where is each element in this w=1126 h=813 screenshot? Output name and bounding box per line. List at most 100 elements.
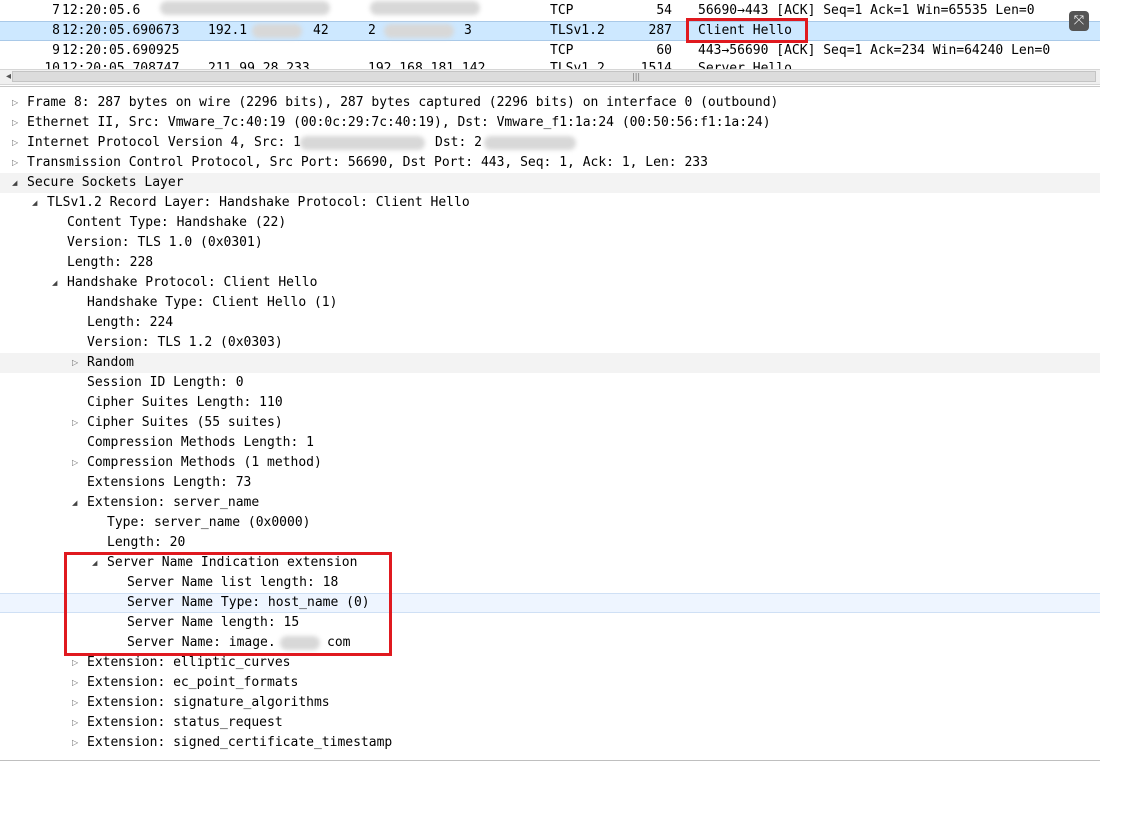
packet-destination-tail: 3 [464, 23, 472, 38]
scrollbar-grip-icon: ||| [632, 72, 641, 81]
tree-item-hs-length[interactable]: Length: 224 [0, 313, 1100, 333]
tree-item-label: Cipher Suites Length: 110 [87, 395, 283, 410]
packet-length: 60 [656, 43, 672, 58]
packet-protocol: TCP [550, 43, 574, 58]
tree-item-cipher-suites-length[interactable]: Cipher Suites Length: 110 [0, 393, 1100, 413]
tree-item-ipv4[interactable]: ▷ Internet Protocol Version 4, Src: 1 Ds… [0, 133, 1100, 153]
tree-item-handshake-type[interactable]: Handshake Type: Client Hello (1) [0, 293, 1100, 313]
triangle-down-icon[interactable]: ◢ [32, 193, 42, 213]
tree-item-ext-elliptic-curves[interactable]: ▷ Extension: elliptic_curves [0, 653, 1100, 673]
tree-item-ext-signature-algorithms[interactable]: ▷ Extension: signature_algorithms [0, 693, 1100, 713]
tree-item-random[interactable]: ▷ Random [0, 353, 1100, 373]
expand-icon[interactable]: ⤧ [1069, 11, 1089, 31]
packet-source-tail: 42 [313, 23, 329, 38]
tree-item-label: Extension: ec_point_formats [87, 675, 299, 690]
redacted-mark [300, 136, 425, 150]
redacted-mark [370, 1, 480, 15]
pane-divider[interactable] [0, 86, 1100, 87]
tree-item-tls-record[interactable]: ◢ TLSv1.2 Record Layer: Handshake Protoc… [0, 193, 1100, 213]
tree-item-label: Extension: signed_certificate_timestamp [87, 735, 393, 750]
packet-no: 9 [52, 43, 60, 58]
packet-time: 12:20:05.6 [62, 3, 141, 18]
tree-item-label: Extension: signature_algorithms [87, 695, 330, 710]
triangle-right-icon[interactable]: ▷ [72, 713, 82, 733]
packet-row-8[interactable]: 8 12:20:05.690673 192.1 42 2 3 TLSv1.2 2… [0, 21, 1100, 41]
triangle-down-icon[interactable]: ◢ [12, 173, 22, 193]
tree-item-label: Extension: status_request [87, 715, 283, 730]
triangle-right-icon[interactable]: ▷ [12, 93, 22, 113]
packet-protocol: TCP [550, 3, 574, 18]
packet-list[interactable]: 7 12:20:05.6 TCP 54 56690→443 [ACK] Seq=… [0, 0, 1100, 70]
tree-item-label: Extension: server_name [87, 495, 260, 510]
scroll-left-icon[interactable]: ◂ [6, 70, 11, 84]
sni-highlight-box [64, 552, 392, 656]
packet-length: 287 [648, 23, 672, 38]
packet-no: 8 [52, 23, 60, 38]
triangle-right-icon[interactable]: ▷ [72, 733, 82, 753]
tree-item-hs-version[interactable]: Version: TLS 1.2 (0x0303) [0, 333, 1100, 353]
tree-item-cipher-suites[interactable]: ▷ Cipher Suites (55 suites) [0, 413, 1100, 433]
tree-item-ssl[interactable]: ◢ Secure Sockets Layer [0, 173, 1100, 193]
tree-item-handshake[interactable]: ◢ Handshake Protocol: Client Hello [0, 273, 1100, 293]
tree-item-label: Extensions Length: 73 [87, 475, 252, 490]
pane-bottom-border [0, 760, 1100, 761]
tree-item-label: Compression Methods (1 method) [87, 455, 322, 470]
tree-item-ext-type[interactable]: Type: server_name (0x0000) [0, 513, 1100, 533]
horizontal-scrollbar[interactable]: ◂ ||| [0, 69, 1100, 85]
tree-item-label: Type: server_name (0x0000) [107, 515, 311, 530]
client-hello-highlight-box [686, 18, 808, 43]
packet-time: 12:20:05.690925 [62, 43, 180, 58]
tree-item-label: Ethernet II, Src: Vmware_7c:40:19 (00:0c… [27, 115, 771, 130]
tree-item-label-part: Dst: 2 [435, 135, 482, 150]
redacted-mark [384, 24, 454, 38]
packet-destination: 2 [368, 23, 376, 38]
triangle-right-icon[interactable]: ▷ [72, 353, 82, 373]
tree-item-label: Version: TLS 1.0 (0x0301) [67, 235, 263, 250]
tree-item-label: Internet Protocol Version 4, Src: 1 [27, 135, 301, 150]
packet-time: 12:20:05.690673 [62, 23, 180, 38]
packet-length: 54 [656, 3, 672, 18]
tree-item-ext-ec-point-formats[interactable]: ▷ Extension: ec_point_formats [0, 673, 1100, 693]
triangle-right-icon[interactable]: ▷ [72, 653, 82, 673]
tree-item-length[interactable]: Length: 228 [0, 253, 1100, 273]
packet-row-9[interactable]: 9 12:20:05.690925 TCP 60 443→56690 [ACK]… [0, 41, 1100, 61]
tree-item-label: Extension: elliptic_curves [87, 655, 291, 670]
redacted-mark [252, 24, 302, 38]
triangle-right-icon[interactable]: ▷ [72, 693, 82, 713]
tree-item-label: TLSv1.2 Record Layer: Handshake Protocol… [47, 195, 470, 210]
redacted-mark [484, 136, 576, 150]
packet-row-7[interactable]: 7 12:20:05.6 TCP 54 56690→443 [ACK] Seq=… [0, 1, 1100, 21]
triangle-right-icon[interactable]: ▷ [72, 413, 82, 433]
tree-item-label: Session ID Length: 0 [87, 375, 244, 390]
packet-protocol: TLSv1.2 [550, 23, 605, 38]
tree-item-label: Cipher Suites (55 suites) [87, 415, 283, 430]
triangle-down-icon[interactable]: ◢ [52, 273, 62, 293]
tree-item-ethernet[interactable]: ▷ Ethernet II, Src: Vmware_7c:40:19 (00:… [0, 113, 1100, 133]
packet-source: 192.1 [208, 23, 248, 38]
packet-info: 443→56690 [ACK] Seq=1 Ack=234 Win=64240 … [698, 43, 1051, 58]
tree-item-label: Length: 228 [67, 255, 154, 270]
scrollbar-thumb[interactable] [12, 71, 1096, 82]
tree-item-tcp[interactable]: ▷ Transmission Control Protocol, Src Por… [0, 153, 1100, 173]
tree-item-label: Compression Methods Length: 1 [87, 435, 314, 450]
tree-item-content-type[interactable]: Content Type: Handshake (22) [0, 213, 1100, 233]
triangle-right-icon[interactable]: ▷ [12, 153, 22, 173]
tree-item-label: Version: TLS 1.2 (0x0303) [87, 335, 283, 350]
tree-item-ext-length[interactable]: Length: 20 [0, 533, 1100, 553]
triangle-down-icon[interactable]: ◢ [72, 493, 82, 513]
tree-item-compression-length[interactable]: Compression Methods Length: 1 [0, 433, 1100, 453]
tree-item-label: Secure Sockets Layer [27, 175, 184, 190]
triangle-right-icon[interactable]: ▷ [72, 453, 82, 473]
triangle-right-icon[interactable]: ▷ [12, 113, 22, 133]
tree-item-frame[interactable]: ▷ Frame 8: 287 bytes on wire (2296 bits)… [0, 93, 1100, 113]
triangle-right-icon[interactable]: ▷ [72, 673, 82, 693]
tree-item-compression-methods[interactable]: ▷ Compression Methods (1 method) [0, 453, 1100, 473]
tree-item-version[interactable]: Version: TLS 1.0 (0x0301) [0, 233, 1100, 253]
tree-item-ext-sct[interactable]: ▷ Extension: signed_certificate_timestam… [0, 733, 1100, 753]
tree-item-extensions-length[interactable]: Extensions Length: 73 [0, 473, 1100, 493]
tree-item-ext-server-name[interactable]: ◢ Extension: server_name [0, 493, 1100, 513]
triangle-right-icon[interactable]: ▷ [12, 133, 22, 153]
tree-item-ext-status-request[interactable]: ▷ Extension: status_request [0, 713, 1100, 733]
tree-item-session-id-length[interactable]: Session ID Length: 0 [0, 373, 1100, 393]
packet-no: 7 [52, 3, 60, 18]
